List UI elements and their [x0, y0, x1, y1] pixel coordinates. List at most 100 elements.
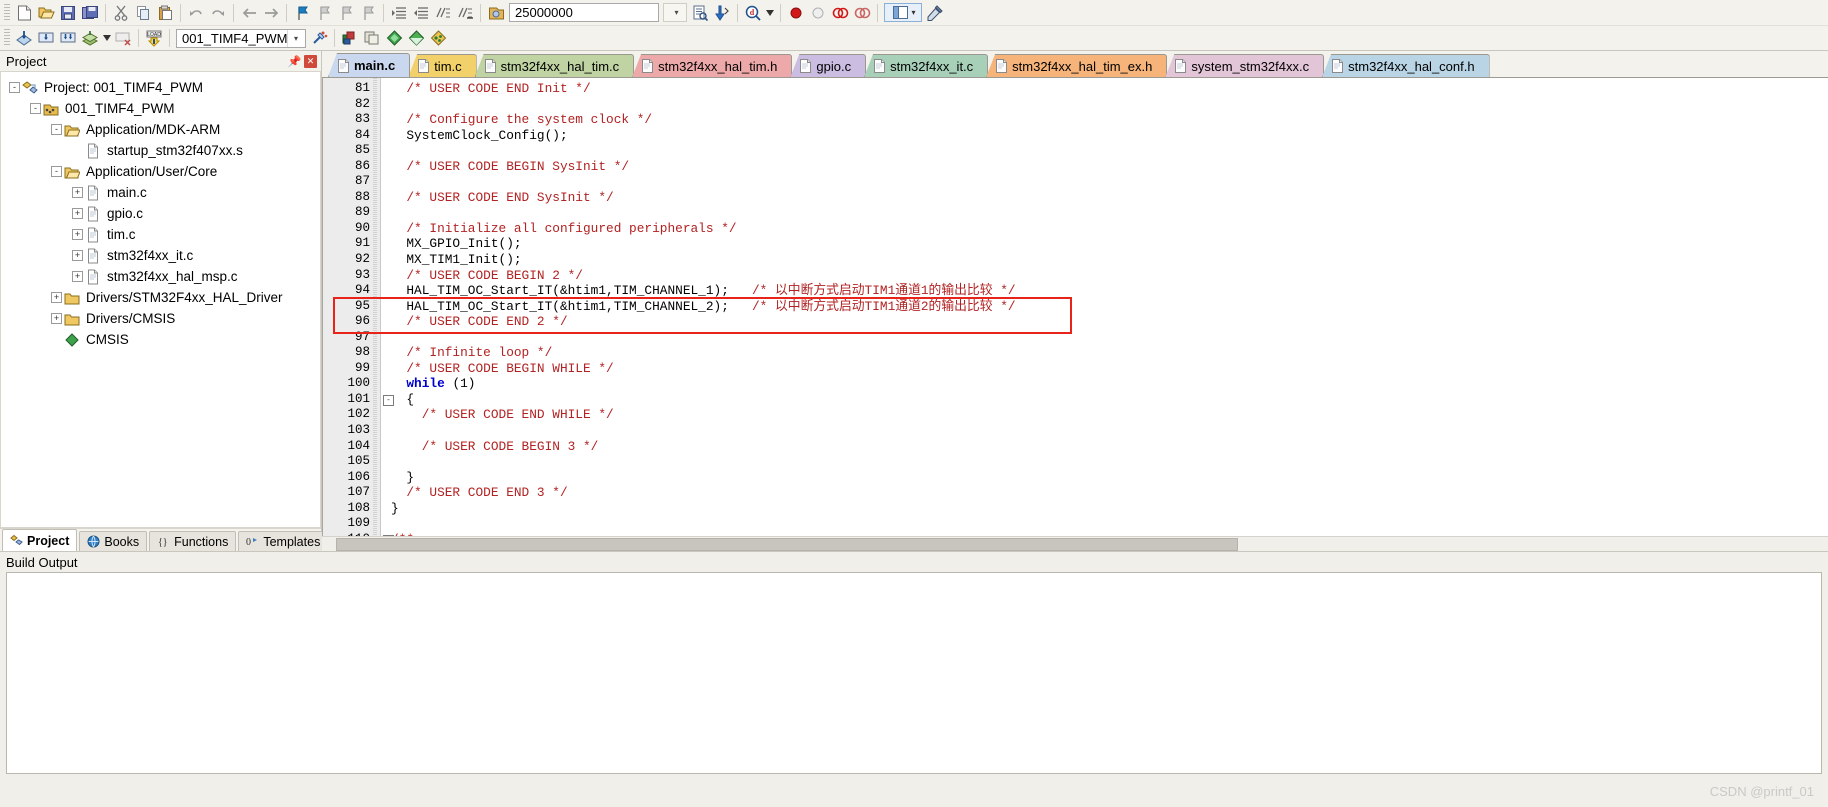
download-icon[interactable]: LOAD — [143, 28, 165, 49]
save-icon[interactable] — [57, 2, 79, 23]
build-target-icon[interactable] — [35, 28, 57, 49]
close-icon[interactable]: ✕ — [304, 54, 317, 68]
folder-icon — [64, 314, 80, 325]
project-pane-tab-templates[interactable]: 0 Templates — [238, 531, 329, 551]
code-fold-toggle-icon[interactable]: - — [383, 534, 394, 536]
search-scope-dropdown-icon[interactable] — [764, 2, 776, 23]
translate-file-icon[interactable] — [13, 28, 35, 49]
editor-tab-tim-c[interactable]: tim.c — [408, 54, 477, 77]
pin-icon[interactable]: 📌 — [288, 55, 302, 68]
uncomment-icon[interactable] — [454, 2, 476, 23]
editor-tab-stm32f4xx_hal_tim_ex-h[interactable]: stm32f4xx_hal_tim_ex.h — [986, 54, 1168, 77]
code-area[interactable]: 81 82 83 84 85 86 87 88 89 90 91 92 93 94 95 96 97 98 99 10… — [322, 78, 1828, 536]
search-dropdown-button[interactable]: ▾ — [663, 3, 687, 22]
expand-toggle-icon[interactable]: + — [72, 250, 83, 261]
editor-tab-system_stm32f4xx-c[interactable]: system_stm32f4xx.c — [1165, 54, 1325, 77]
tree-item[interactable]: + stm32f4xx_hal_msp.c — [1, 266, 320, 287]
tree-item[interactable]: - Application/User/Core — [1, 161, 320, 182]
copy-icon[interactable] — [132, 2, 154, 23]
window-layout-button[interactable]: ▾ — [884, 3, 922, 22]
code-fold-toggle-icon[interactable]: - — [383, 395, 394, 406]
tree-item[interactable]: + tim.c — [1, 224, 320, 245]
paste-icon[interactable] — [154, 2, 176, 23]
run-time-env-icon[interactable] — [405, 28, 427, 49]
redo-icon[interactable] — [207, 2, 229, 23]
expand-toggle-icon[interactable]: + — [72, 229, 83, 240]
tree-item[interactable]: + Drivers/STM32F4xx_HAL_Driver — [1, 287, 320, 308]
new-file-icon[interactable] — [13, 2, 35, 23]
editor-tab-stm32f4xx_it-c[interactable]: stm32f4xx_it.c — [864, 54, 989, 77]
multi-project-icon[interactable] — [361, 28, 383, 49]
goto-icon[interactable] — [485, 2, 507, 23]
collapse-toggle-icon[interactable]: - — [51, 166, 62, 177]
cut-icon[interactable] — [110, 2, 132, 23]
collapse-toggle-icon[interactable]: - — [30, 103, 41, 114]
tree-item[interactable]: + Drivers/CMSIS — [1, 308, 320, 329]
rebuild-all-icon[interactable] — [57, 28, 79, 49]
bookmark-prev-icon[interactable] — [313, 2, 335, 23]
code-segment: /* USER CODE END SysInit */ — [391, 189, 614, 205]
batch-build-dropdown-icon[interactable] — [101, 28, 112, 49]
tree-item[interactable]: - Project: 001_TIMF4_PWM — [1, 77, 320, 98]
tree-item[interactable]: - Application/MDK-ARM — [1, 119, 320, 140]
open-file-icon[interactable] — [35, 2, 57, 23]
bookmark-clear-icon[interactable] — [357, 2, 379, 23]
build-output-text[interactable] — [6, 572, 1822, 774]
expand-toggle-icon[interactable]: + — [72, 271, 83, 282]
target-select[interactable]: 001_TIMF4_PWM ▾ — [176, 28, 307, 48]
target-options-icon[interactable] — [308, 28, 330, 49]
bookmark-toggle-icon[interactable] — [291, 2, 313, 23]
pack-installer-icon[interactable] — [383, 28, 405, 49]
breakpoint-kill-all-icon[interactable] — [851, 2, 873, 23]
collapse-toggle-icon[interactable]: - — [51, 124, 62, 135]
editor-tab-stm32f4xx_hal_tim-c[interactable]: stm32f4xx_hal_tim.c — [474, 54, 635, 77]
tree-item[interactable]: CMSIS — [1, 329, 320, 350]
editor-tab-stm32f4xx_hal_tim-h[interactable]: stm32f4xx_hal_tim.h — [632, 54, 793, 77]
tree-item[interactable]: + main.c — [1, 182, 320, 203]
tree-item[interactable]: - 001_TIMF4_PWM — [1, 98, 320, 119]
file-icon — [1332, 59, 1344, 73]
expand-toggle-icon[interactable]: + — [51, 313, 62, 324]
incremental-find-icon[interactable] — [711, 2, 733, 23]
manage-project-items-icon[interactable] — [339, 28, 361, 49]
code-text[interactable]: /* USER CODE END Init */ /* Configure th… — [381, 78, 1828, 536]
toolbar-grip[interactable] — [4, 3, 10, 22]
horizontal-scrollbar[interactable] — [322, 536, 1828, 551]
expand-toggle-icon[interactable]: + — [72, 208, 83, 219]
search-dropdown-icon[interactable]: d — [742, 2, 764, 23]
navigate-back-icon[interactable] — [238, 2, 260, 23]
save-all-icon[interactable] — [79, 2, 101, 23]
stop-build-icon[interactable] — [112, 28, 134, 49]
select-software-packs-icon[interactable] — [427, 28, 449, 49]
tree-item[interactable]: startup_stm32f407xx.s — [1, 140, 320, 161]
project-pane-tab-books[interactable]: Books — [79, 531, 148, 551]
indent-right-icon[interactable] — [388, 2, 410, 23]
expand-toggle-icon[interactable]: + — [72, 187, 83, 198]
indent-left-icon[interactable] — [410, 2, 432, 23]
folder-icon — [64, 293, 80, 304]
breakpoint-icon[interactable] — [785, 2, 807, 23]
tree-item[interactable]: + stm32f4xx_it.c — [1, 245, 320, 266]
undo-icon[interactable] — [185, 2, 207, 23]
navigate-forward-icon[interactable] — [260, 2, 282, 23]
horizontal-scroll-thumb[interactable] — [336, 537, 1238, 551]
find-in-files-icon[interactable] — [689, 2, 711, 23]
comment-icon[interactable] — [432, 2, 454, 23]
editor-tab-gpio-c[interactable]: gpio.c — [790, 54, 867, 77]
breakpoint-disable-all-icon[interactable] — [829, 2, 851, 23]
configure-icon[interactable] — [924, 2, 946, 23]
collapse-toggle-icon[interactable]: - — [9, 82, 20, 93]
expand-toggle-icon[interactable]: + — [51, 292, 62, 303]
editor-tab-main-c[interactable]: main.c — [328, 53, 411, 77]
breakpoint-disable-icon[interactable] — [807, 2, 829, 23]
project-pane-tab-project[interactable]: Project — [2, 529, 78, 551]
bookmark-next-icon[interactable] — [335, 2, 357, 23]
project-tree[interactable]: - Project: 001_TIMF4_PWM -001_TIMF4_PWM - Ap… — [0, 72, 321, 528]
batch-build-icon[interactable] — [79, 28, 101, 49]
project-pane-tab-functions[interactable]: {} Functions — [149, 531, 237, 551]
editor-tab-stm32f4xx_hal_conf-h[interactable]: stm32f4xx_hal_conf.h — [1322, 54, 1490, 77]
toolbar-grip-2[interactable] — [4, 29, 10, 47]
search-input[interactable]: 25000000 — [509, 3, 659, 22]
tree-item[interactable]: + gpio.c — [1, 203, 320, 224]
